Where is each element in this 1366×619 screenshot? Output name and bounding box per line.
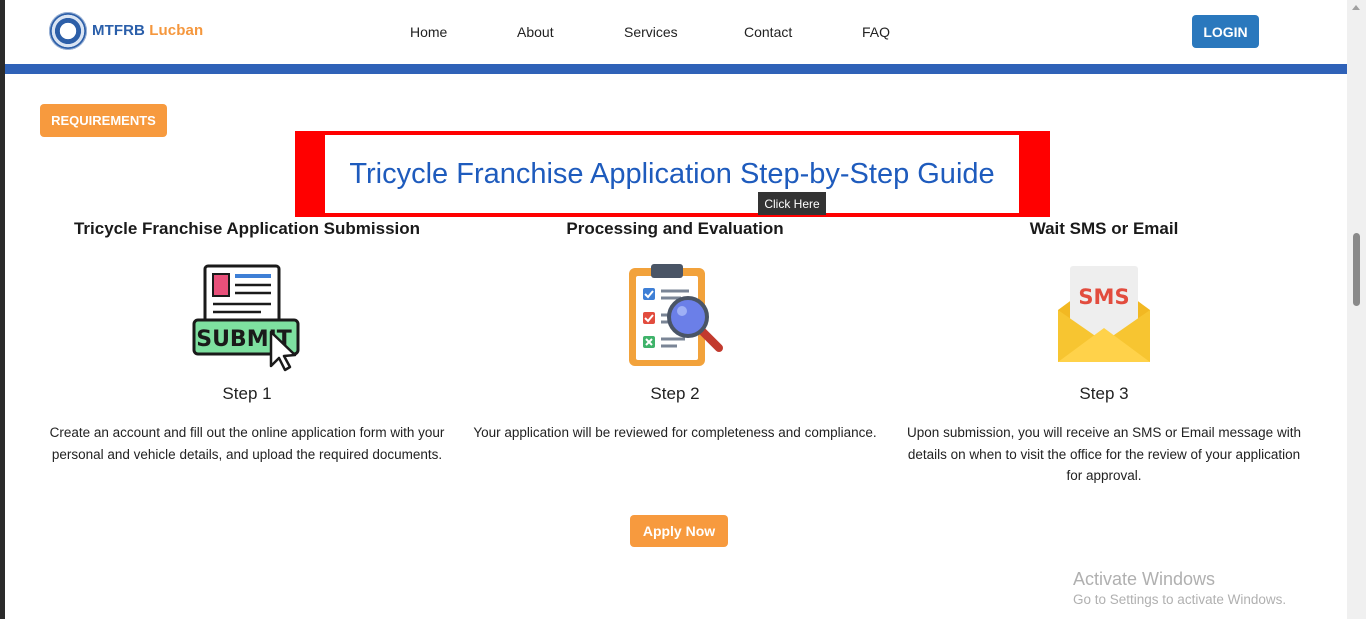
step-1-column: Tricycle Franchise Application Submissio… xyxy=(42,218,452,462)
clipboard-search-icon xyxy=(629,264,723,366)
nav-accent-strip xyxy=(5,64,1347,74)
nav-link-home[interactable]: Home xyxy=(410,24,447,40)
step-2-label: Step 2 xyxy=(650,384,700,403)
activate-windows-watermark: Activate Windows Go to Settings to activ… xyxy=(1073,569,1286,607)
scrollbar-thumb[interactable] xyxy=(1353,233,1360,306)
nav-link-faq[interactable]: FAQ xyxy=(862,24,890,40)
activate-windows-subtitle: Go to Settings to activate Windows. xyxy=(1073,592,1287,607)
vertical-scrollbar[interactable] xyxy=(1347,0,1366,619)
logo-text-main: MTFRB xyxy=(92,22,145,39)
guide-title[interactable]: Tricycle Franchise Application Step-by-S… xyxy=(349,158,994,191)
apply-now-button[interactable]: Apply Now xyxy=(630,515,728,547)
step-3-label: Step 3 xyxy=(1079,384,1129,403)
step-2-heading: Processing and Evaluation xyxy=(566,219,784,238)
sms-envelope-icon: SMS xyxy=(1058,266,1150,362)
step-3-column: Wait SMS or Email SMS Step 3 Upon submis… xyxy=(899,218,1309,483)
nav-link-contact[interactable]: Contact xyxy=(744,24,792,40)
nav-link-about[interactable]: About xyxy=(517,24,554,40)
step-1-description: Create an account and fill out the onlin… xyxy=(49,425,445,462)
step-3-heading: Wait SMS or Email xyxy=(1029,219,1179,238)
logo-text[interactable]: MTFRB Lucban xyxy=(92,22,203,39)
guide-banner[interactable]: Tricycle Franchise Application Step-by-S… xyxy=(295,131,1050,217)
sms-icon-text: SMS xyxy=(1078,285,1129,309)
click-here-tooltip: Click Here xyxy=(758,192,826,215)
nav-link-services[interactable]: Services xyxy=(624,24,678,40)
page: MTFRB Lucban Home About Services Contact… xyxy=(5,0,1347,619)
step-3-description: Upon submission, you will receive an SMS… xyxy=(907,425,1301,483)
logo-emblem-icon[interactable] xyxy=(49,12,87,50)
logo-text-accent: Lucban xyxy=(149,22,204,39)
requirements-button[interactable]: REQUIREMENTS xyxy=(40,104,167,137)
submit-icon: SUBMIT xyxy=(192,264,300,372)
step-2-column: Processing and Evaluation Step 2 Your ap… xyxy=(470,218,880,440)
login-button[interactable]: LOGIN xyxy=(1192,15,1259,48)
step-1-label: Step 1 xyxy=(222,384,272,403)
step-1-heading: Tricycle Franchise Application Submissio… xyxy=(73,219,421,238)
guide-banner-inner: Tricycle Franchise Application Step-by-S… xyxy=(325,135,1019,213)
activate-windows-title: Activate Windows xyxy=(1073,569,1216,589)
step-2-description: Your application will be reviewed for co… xyxy=(473,425,877,440)
navbar: MTFRB Lucban Home About Services Contact… xyxy=(5,0,1347,64)
scroll-up-arrow-icon[interactable] xyxy=(1352,5,1360,10)
